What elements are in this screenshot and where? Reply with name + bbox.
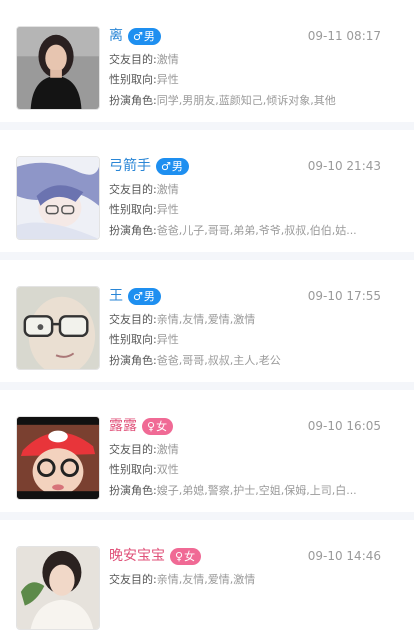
female-icon: ♀ — [175, 549, 184, 563]
purpose-line: 交友目的:激情 — [109, 52, 381, 68]
orientation-value: 异性 — [156, 73, 179, 86]
purpose-value: 激情 — [156, 183, 179, 196]
post-time: 09-11 08:17 — [307, 29, 381, 43]
user-card[interactable]: 晚安宝宝 ♀ 女 09-10 14:46 交友目的:亲情,友情,爱情,激情 — [0, 520, 414, 642]
roles-label: 扮演角色: — [109, 224, 157, 237]
gender-badge: ♂ 男 — [128, 287, 161, 305]
purpose-label: 交友目的: — [109, 183, 157, 196]
purpose-line: 交友目的:亲情,友情,爱情,激情 — [109, 312, 381, 328]
gender-label: 男 — [143, 29, 155, 43]
male-icon: ♂ — [133, 289, 143, 303]
male-icon: ♂ — [161, 159, 171, 173]
roles-value: 同学,男朋友,蓝颜知己,倾诉对象,其他 — [156, 94, 336, 107]
orientation-line: 性别取向:异性 — [109, 72, 381, 88]
purpose-label: 交友目的: — [109, 443, 157, 456]
orientation-value: 异性 — [156, 203, 179, 216]
purpose-value: 亲情,友情,爱情,激情 — [156, 313, 256, 326]
post-time: 09-10 17:55 — [307, 289, 381, 303]
gender-badge: ♀ 女 — [142, 417, 174, 435]
avatar[interactable] — [16, 26, 100, 110]
user-card[interactable]: 王 ♂ 男 09-10 17:55 交友目的:亲情,友情,爱情,激情 性别取向:异… — [0, 260, 414, 382]
avatar[interactable] — [16, 416, 100, 500]
gender-badge: ♂ 男 — [128, 27, 161, 45]
roles-line: 扮演角色:同学,男朋友,蓝颜知己,倾诉对象,其他 — [109, 93, 381, 109]
post-time: 09-10 14:46 — [307, 549, 381, 563]
name-row: 晚安宝宝 ♀ 女 — [109, 546, 202, 566]
name-row: 王 ♂ 男 — [109, 286, 161, 306]
avatar[interactable] — [16, 286, 100, 370]
roles-line: 扮演角色:嫂子,弟媳,警察,护士,空姐,保姆,上司,白... — [109, 483, 381, 499]
user-name[interactable]: 王 — [109, 286, 123, 306]
user-name[interactable]: 晚安宝宝 — [109, 546, 165, 566]
orientation-label: 性别取向: — [109, 333, 157, 346]
roles-label: 扮演角色: — [109, 354, 157, 367]
orientation-line: 性别取向:双性 — [109, 462, 381, 478]
avatar[interactable] — [16, 156, 100, 240]
name-row: 露露 ♀ 女 — [109, 416, 174, 436]
male-icon: ♂ — [133, 29, 143, 43]
orientation-value: 双性 — [156, 463, 179, 476]
gender-label: 男 — [171, 159, 183, 173]
gender-badge: ♀ 女 — [170, 547, 202, 565]
purpose-line: 交友目的:亲情,友情,爱情,激情 — [109, 572, 381, 588]
orientation-label: 性别取向: — [109, 73, 157, 86]
user-card[interactable]: 离 ♂ 男 09-11 08:17 交友目的:激情 性别取向:异性 扮演角色:同学… — [0, 0, 414, 122]
gender-badge: ♂ 男 — [156, 157, 189, 175]
purpose-line: 交友目的:激情 — [109, 182, 381, 198]
gender-label: 女 — [156, 419, 168, 433]
orientation-label: 性别取向: — [109, 203, 157, 216]
orientation-label: 性别取向: — [109, 463, 157, 476]
gender-label: 女 — [184, 549, 196, 563]
purpose-label: 交友目的: — [109, 573, 157, 586]
gender-label: 男 — [143, 289, 155, 303]
user-name[interactable]: 露露 — [109, 416, 137, 436]
purpose-value: 激情 — [156, 53, 179, 66]
avatar[interactable] — [16, 546, 100, 630]
roles-line: 扮演角色:爸爸,儿子,哥哥,弟弟,爷爷,叔叔,伯伯,姑... — [109, 223, 381, 239]
orientation-line: 性别取向:异性 — [109, 332, 381, 348]
orientation-line: 性别取向:异性 — [109, 202, 381, 218]
roles-value: 爸爸,哥哥,叔叔,主人,老公 — [156, 354, 281, 367]
user-card[interactable]: 露露 ♀ 女 09-10 16:05 交友目的:激情 性别取向:双性 扮演角色:嫂… — [0, 390, 414, 512]
roles-label: 扮演角色: — [109, 94, 157, 107]
purpose-label: 交友目的: — [109, 313, 157, 326]
user-name[interactable]: 离 — [109, 26, 123, 46]
post-time: 09-10 21:43 — [307, 159, 381, 173]
post-time: 09-10 16:05 — [307, 419, 381, 433]
purpose-label: 交友目的: — [109, 53, 157, 66]
user-card[interactable]: 弓箭手 ♂ 男 09-10 21:43 交友目的:激情 性别取向:异性 扮演角色:… — [0, 130, 414, 252]
purpose-value: 亲情,友情,爱情,激情 — [156, 573, 256, 586]
female-icon: ♀ — [147, 419, 156, 433]
roles-label: 扮演角色: — [109, 484, 157, 497]
name-row: 离 ♂ 男 — [109, 26, 161, 46]
user-name[interactable]: 弓箭手 — [109, 156, 151, 176]
user-list: 离 ♂ 男 09-11 08:17 交友目的:激情 性别取向:异性 扮演角色:同学… — [0, 0, 414, 642]
purpose-line: 交友目的:激情 — [109, 442, 381, 458]
roles-value: 嫂子,弟媳,警察,护士,空姐,保姆,上司,白... — [156, 484, 357, 497]
roles-line: 扮演角色:爸爸,哥哥,叔叔,主人,老公 — [109, 353, 381, 369]
orientation-value: 异性 — [156, 333, 179, 346]
roles-value: 爸爸,儿子,哥哥,弟弟,爷爷,叔叔,伯伯,姑... — [156, 224, 357, 237]
purpose-value: 激情 — [156, 443, 179, 456]
name-row: 弓箭手 ♂ 男 — [109, 156, 189, 176]
